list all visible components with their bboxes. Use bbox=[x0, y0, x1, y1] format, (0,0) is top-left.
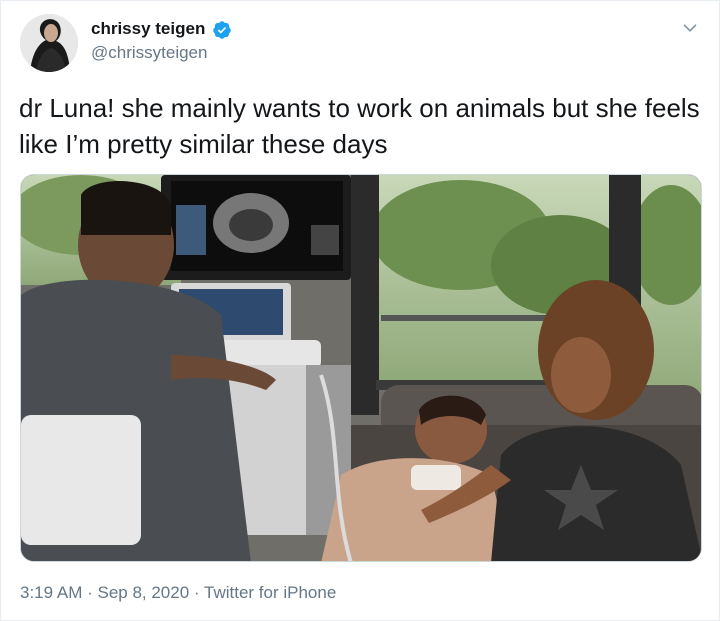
display-name[interactable]: chrissy teigen bbox=[91, 19, 205, 39]
tweet-text: dr Luna! she mainly wants to work on ani… bbox=[19, 93, 700, 159]
meta-separator: · bbox=[82, 583, 98, 602]
tweet-meta: 3:19 AM · Sep 8, 2020 · Twitter for iPho… bbox=[20, 583, 336, 603]
tweet-time[interactable]: 3:19 AM bbox=[20, 583, 82, 602]
tweet-source[interactable]: Twitter for iPhone bbox=[204, 583, 336, 602]
tweet-media-image[interactable] bbox=[20, 174, 702, 562]
tweet-card: chrissy teigen @chrissyteigen dr Luna! s… bbox=[0, 0, 720, 621]
tweet-date[interactable]: Sep 8, 2020 bbox=[97, 583, 189, 602]
chevron-down-icon[interactable] bbox=[679, 17, 701, 39]
verified-badge-icon bbox=[213, 21, 231, 39]
user-handle[interactable]: @chrissyteigen bbox=[91, 43, 207, 63]
avatar[interactable] bbox=[20, 14, 78, 72]
meta-separator: · bbox=[189, 583, 204, 602]
